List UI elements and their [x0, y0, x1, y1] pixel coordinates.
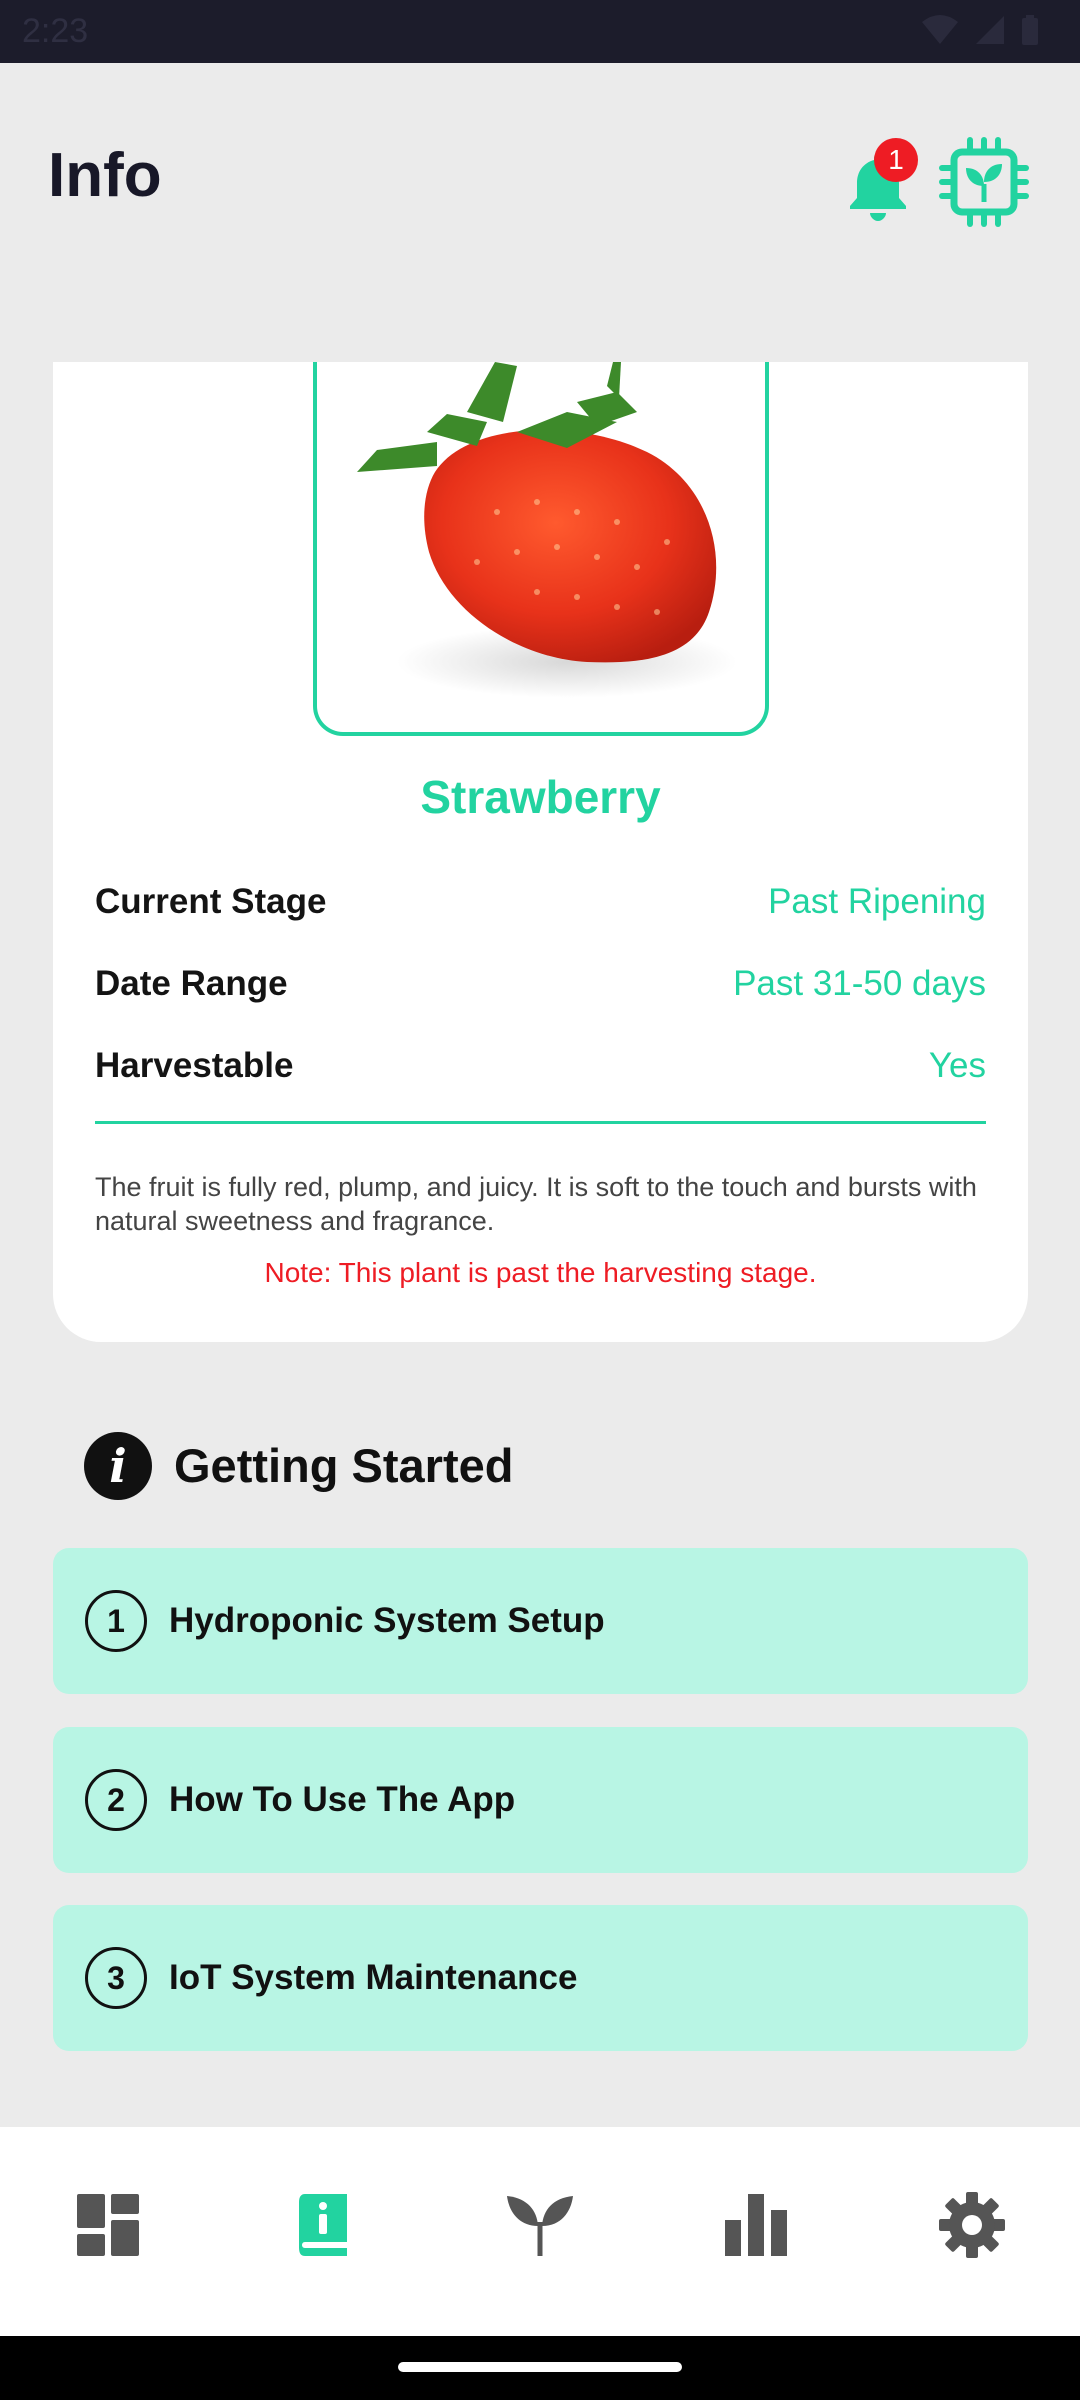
- plant-sprout-icon: [507, 2196, 573, 2256]
- info-value: Past Ripening: [768, 882, 986, 921]
- info-row-harvestable: Harvestable Yes: [95, 1036, 986, 1096]
- home-handle[interactable]: [398, 2362, 682, 2372]
- nav-dashboard[interactable]: [68, 2185, 148, 2265]
- step-number: 3: [85, 1947, 147, 2009]
- step-number: 2: [85, 1769, 147, 1831]
- guide-label: Hydroponic System Setup: [169, 1601, 605, 1640]
- gear-icon: [939, 2192, 1005, 2258]
- guide-label: How To Use The App: [169, 1780, 516, 1819]
- plant-name: Strawberry: [420, 771, 661, 823]
- info-label: Harvestable: [95, 1046, 294, 1085]
- nav-info[interactable]: [284, 2185, 364, 2265]
- guide-item-iot-maintenance[interactable]: 3 IoT System Maintenance: [53, 1905, 1028, 2051]
- strawberry-image: [357, 362, 737, 698]
- iot-chip-plant-icon: [939, 137, 1029, 227]
- plant-image: [313, 362, 769, 736]
- info-value: Yes: [928, 1046, 986, 1085]
- notification-badge: 1: [874, 138, 918, 182]
- nav-settings[interactable]: [932, 2185, 1012, 2265]
- info-icon: i: [84, 1432, 152, 1500]
- info-row-current-stage: Current Stage Past Ripening: [95, 872, 986, 932]
- info-book-icon: [299, 2194, 347, 2256]
- nav-plants[interactable]: [500, 2185, 580, 2265]
- nav-analytics[interactable]: [716, 2185, 796, 2265]
- section-title: Getting Started: [174, 1439, 514, 1492]
- bottom-nav: [0, 2127, 1080, 2336]
- system-gesture-bar: [0, 2336, 1080, 2400]
- status-icons: [920, 14, 1040, 46]
- page-title: Info: [48, 141, 162, 210]
- guide-item-how-to-use[interactable]: 2 How To Use The App: [53, 1727, 1028, 1873]
- step-number: 1: [85, 1590, 147, 1652]
- status-time: 2:23: [22, 12, 89, 50]
- plant-card: Strawberry Current Stage Past Ripening D…: [53, 362, 1028, 1342]
- device-button[interactable]: [938, 136, 1030, 228]
- battery-icon: [1022, 15, 1038, 45]
- guide-item-hydroponic-setup[interactable]: 1 Hydroponic System Setup: [53, 1548, 1028, 1694]
- harvest-note: Note: This plant is past the harvesting …: [264, 1257, 817, 1288]
- status-bar: 2:23: [0, 0, 1080, 63]
- wifi-icon: [922, 15, 958, 44]
- info-value: Past 31-50 days: [733, 964, 986, 1003]
- guide-label: IoT System Maintenance: [169, 1958, 578, 1997]
- signal-icon: [976, 16, 1004, 44]
- info-label: Current Stage: [95, 882, 327, 921]
- dashboard-icon: [77, 2194, 139, 2256]
- plant-description: The fruit is fully red, plump, and juicy…: [95, 1172, 977, 1236]
- info-label: Date Range: [95, 964, 288, 1003]
- bar-chart-icon: [725, 2194, 787, 2256]
- divider: [95, 1121, 986, 1124]
- info-row-date-range: Date Range Past 31-50 days: [95, 954, 986, 1014]
